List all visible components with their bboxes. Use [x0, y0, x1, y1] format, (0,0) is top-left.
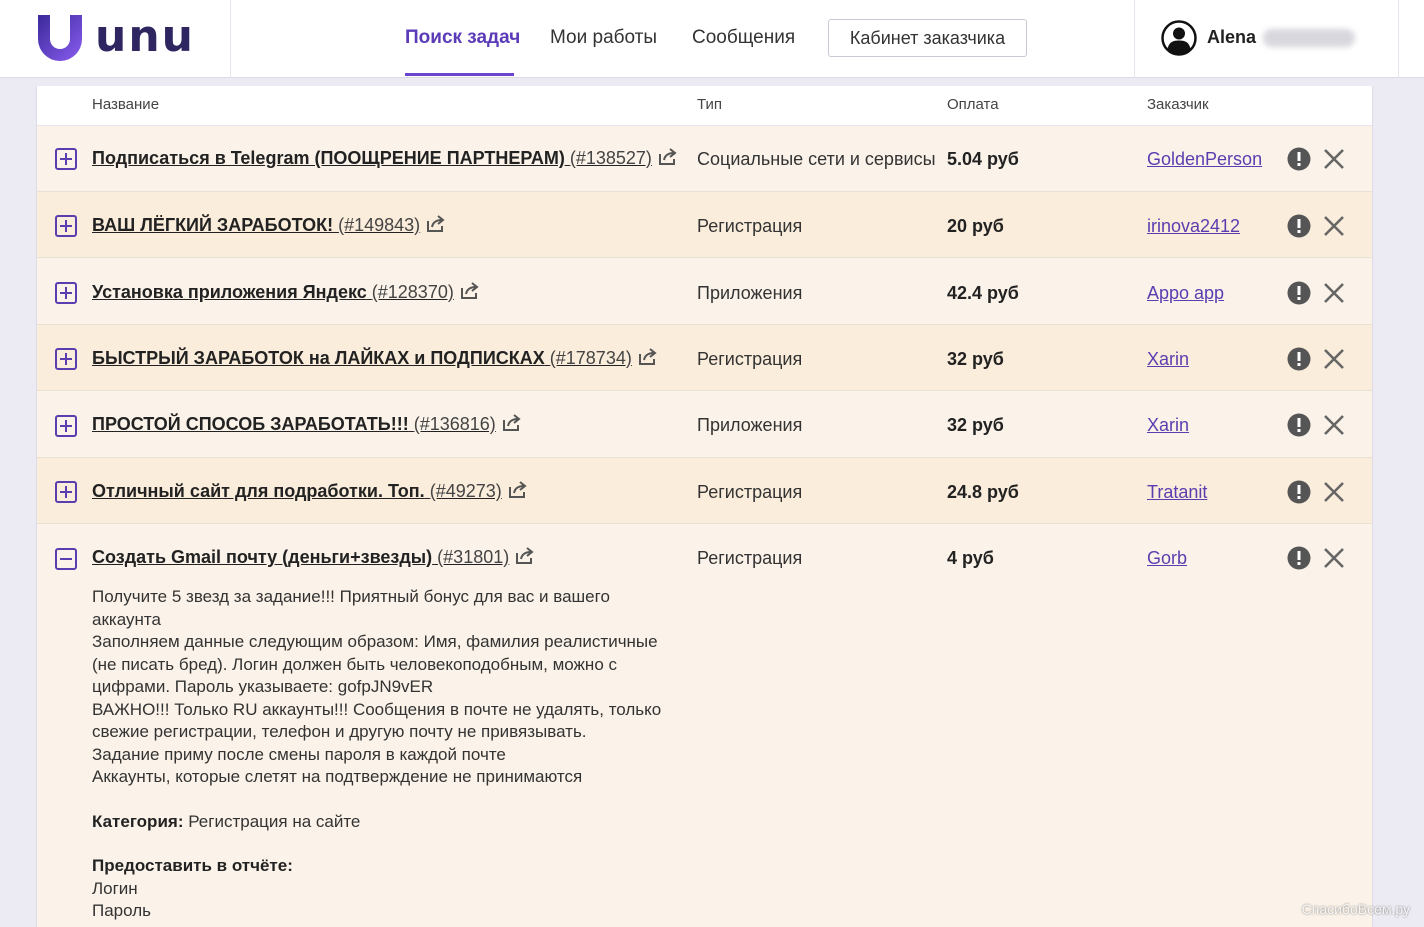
expand-toggle[interactable]	[55, 148, 77, 170]
user-name: Alena	[1207, 27, 1257, 47]
nav-messages[interactable]: Сообщения	[692, 27, 795, 49]
close-icon[interactable]	[1323, 414, 1345, 436]
report-icon[interactable]	[1287, 480, 1311, 504]
logo-icon	[38, 15, 82, 61]
expand-toggle[interactable]	[55, 282, 77, 304]
report-label: Предоставить в отчёте:	[92, 856, 293, 875]
task-client-link[interactable]: Xarin	[1147, 415, 1189, 436]
task-client-link[interactable]: GoldenPerson	[1147, 149, 1262, 170]
task-title-link[interactable]: ВАШ ЛЁГКИЙ ЗАРАБОТОК! (#149843)	[92, 215, 446, 236]
report-icon[interactable]	[1287, 347, 1311, 371]
open-external-icon[interactable]	[515, 547, 535, 565]
collapse-toggle[interactable]	[55, 548, 77, 570]
watermark: СпасибоВсем.ру	[1301, 901, 1410, 917]
user-surname-blurred	[1263, 29, 1355, 47]
task-type: Регистрация	[697, 349, 803, 369]
table-row: БЫСТРЫЙ ЗАРАБОТОК на ЛАЙКАХ и ПОДПИСКАХ …	[37, 325, 1372, 391]
header-title: Название	[92, 96, 160, 113]
task-type: Социальные сети и сервисы	[697, 149, 936, 169]
description-line: Аккаунты, которые слетят на подтверждени…	[92, 767, 583, 786]
top-header: unu Поиск задач Мои работы Сообщения Каб…	[0, 0, 1424, 78]
description-line: Заполняем данные следующим образом: Имя,…	[92, 632, 658, 651]
report-item: Логин	[92, 878, 138, 898]
table-row: Подписаться в Telegram (ПООЩРЕНИЕ ПАРТНЕ…	[37, 126, 1372, 192]
nav-active-underline	[405, 73, 514, 76]
category-line: Категория: Регистрация на сайте	[92, 811, 692, 834]
description-line: Задание приму после смены пароля в каждо…	[92, 744, 506, 764]
task-pay: 20 руб	[947, 216, 1004, 236]
tasks-table: Название Тип Оплата Заказчик Подписаться…	[36, 86, 1373, 927]
expand-toggle[interactable]	[55, 481, 77, 503]
task-title-link[interactable]: Подписаться в Telegram (ПООЩРЕНИЕ ПАРТНЕ…	[92, 148, 678, 169]
open-external-icon[interactable]	[658, 148, 678, 166]
description-line: цифрами. Пароль указываете: gofpJN9vER	[92, 677, 434, 696]
table-row: ВАШ ЛЁГКИЙ ЗАРАБОТОК! (#149843) Регистра…	[37, 192, 1372, 258]
task-title-link[interactable]: ПРОСТОЙ СПОСОБ ЗАРАБОТАТЬ!!! (#136816)	[92, 414, 522, 435]
report-icon[interactable]	[1287, 546, 1311, 570]
task-client-link[interactable]: Appo app	[1147, 283, 1224, 304]
task-client-link[interactable]: Xarin	[1147, 349, 1189, 370]
description-line: свежие регистрации, телефон и другую поч…	[92, 722, 587, 741]
table-row: Установка приложения Яндекс (#128370) Пр…	[37, 259, 1372, 325]
task-pay: 5.04 руб	[947, 149, 1019, 169]
customer-cabinet-button[interactable]: Кабинет заказчика	[828, 19, 1027, 57]
logo[interactable]: unu	[0, 0, 231, 78]
task-pay: 24.8 руб	[947, 482, 1019, 502]
table-row: Отличный сайт для подработки. Топ. (#492…	[37, 458, 1372, 524]
open-external-icon[interactable]	[460, 282, 480, 300]
scrollbar[interactable]	[1411, 0, 1424, 927]
task-type: Приложения	[697, 415, 803, 435]
header-client: Заказчик	[1147, 96, 1209, 113]
task-client-link[interactable]: Gorb	[1147, 548, 1187, 569]
table-header: Название Тип Оплата Заказчик	[37, 86, 1372, 126]
category-value: Регистрация на сайте	[188, 811, 361, 831]
task-title-link[interactable]: Установка приложения Яндекс (#128370)	[92, 282, 480, 303]
description-line: (не писать бред). Логин должен быть чело…	[92, 654, 617, 674]
task-pay: 32 руб	[947, 415, 1004, 435]
close-icon[interactable]	[1323, 481, 1345, 503]
user-menu[interactable]: Alena	[1134, 0, 1399, 78]
description-line: аккаунта	[92, 609, 161, 629]
logo-text: unu	[95, 11, 195, 62]
task-pay: 42.4 руб	[947, 283, 1019, 303]
open-external-icon[interactable]	[508, 481, 528, 499]
close-icon[interactable]	[1323, 148, 1345, 170]
nav-my-works[interactable]: Мои работы	[550, 27, 657, 49]
task-type: Приложения	[697, 283, 803, 303]
close-icon[interactable]	[1323, 215, 1345, 237]
report-icon[interactable]	[1287, 214, 1311, 238]
open-external-icon[interactable]	[502, 414, 522, 432]
task-pay: 32 руб	[947, 349, 1004, 369]
task-type: Регистрация	[697, 216, 803, 236]
task-client-link[interactable]: Tratanit	[1147, 482, 1207, 503]
close-icon[interactable]	[1323, 348, 1345, 370]
task-description: Получите 5 звезд за задание!!! Приятный …	[92, 586, 692, 923]
expand-toggle[interactable]	[55, 215, 77, 237]
task-title-link[interactable]: Создать Gmail почту (деньги+звезды) (#31…	[92, 547, 535, 568]
task-pay: 4 руб	[947, 548, 994, 568]
expand-toggle[interactable]	[55, 415, 77, 437]
report-icon[interactable]	[1287, 413, 1311, 437]
task-client-link[interactable]: irinova2412	[1147, 216, 1240, 237]
report-icon[interactable]	[1287, 281, 1311, 305]
description-line: ВАЖНО!!! Только RU аккаунты!!! Сообщения…	[92, 699, 662, 719]
expand-toggle[interactable]	[55, 348, 77, 370]
open-external-icon[interactable]	[426, 215, 446, 233]
close-icon[interactable]	[1323, 282, 1345, 304]
nav-search-tasks[interactable]: Поиск задач	[405, 27, 520, 49]
task-title-link[interactable]: Отличный сайт для подработки. Топ. (#492…	[92, 481, 528, 502]
avatar-icon	[1161, 20, 1197, 56]
task-type: Регистрация	[697, 548, 803, 568]
task-title-link[interactable]: БЫСТРЫЙ ЗАРАБОТОК на ЛАЙКАХ и ПОДПИСКАХ …	[92, 348, 658, 369]
report-icon[interactable]	[1287, 147, 1311, 171]
table-row: ПРОСТОЙ СПОСОБ ЗАРАБОТАТЬ!!! (#136816) П…	[37, 392, 1372, 458]
description-line: Получите 5 звезд за задание!!! Приятный …	[92, 587, 610, 606]
header-pay: Оплата	[947, 96, 999, 113]
report-item: Пароль	[92, 901, 151, 920]
open-external-icon[interactable]	[638, 348, 658, 366]
close-icon[interactable]	[1323, 547, 1345, 569]
task-type: Регистрация	[697, 482, 803, 502]
category-label: Категория:	[92, 811, 184, 831]
header-type: Тип	[697, 96, 723, 113]
